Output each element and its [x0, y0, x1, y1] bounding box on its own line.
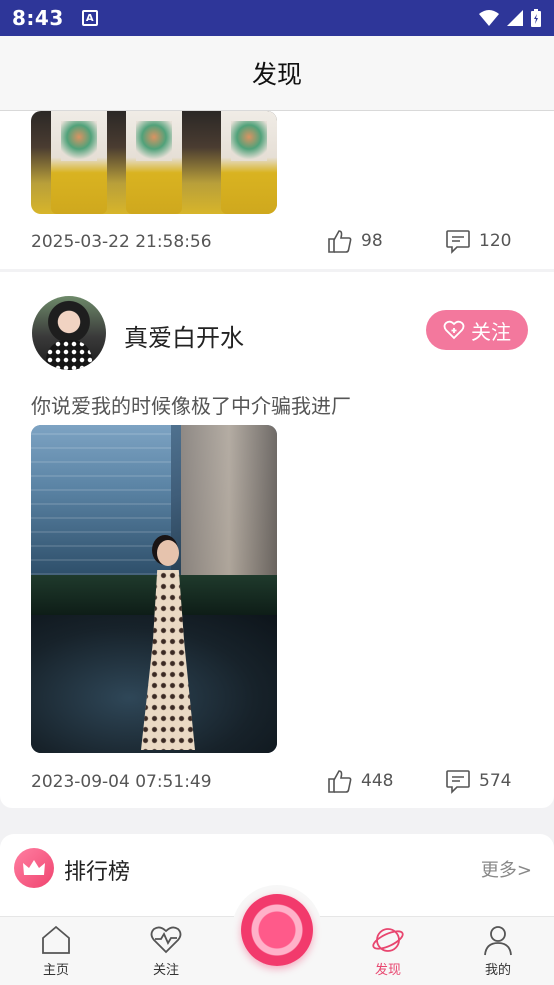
post-image[interactable] — [31, 111, 277, 214]
planet-icon — [372, 928, 404, 952]
follow-label: 关注 — [471, 319, 511, 344]
tab-label: 主页 — [42, 963, 69, 978]
tab-home[interactable]: 主页 — [16, 923, 96, 983]
comment-button[interactable]: 120 — [445, 228, 511, 254]
comment-button[interactable]: 574 — [445, 768, 511, 794]
post-text: 你说爱我的时候像极了中介骗我进厂 — [31, 394, 351, 418]
ranking-more-link[interactable]: 更多> — [481, 856, 532, 882]
like-count: 448 — [361, 771, 394, 791]
tab-label: 我的 — [484, 963, 511, 978]
person-icon — [484, 926, 512, 956]
home-icon — [42, 925, 70, 954]
avatar[interactable] — [32, 296, 106, 370]
post-card[interactable]: 真爱白开水 关注 你说爱我的时候像极了中介骗我进厂 — [0, 272, 554, 808]
follow-button[interactable]: 关注 — [426, 310, 528, 350]
tab-discover[interactable]: 发现 — [348, 923, 428, 983]
signal-icon — [507, 10, 523, 26]
post-timestamp: 2023-09-04 07:51:49 — [31, 772, 212, 792]
tab-label: 发现 — [374, 963, 401, 978]
comment-count: 120 — [479, 231, 512, 251]
comment-icon — [446, 770, 470, 794]
status-icons — [478, 8, 542, 28]
like-count: 98 — [361, 231, 383, 251]
wifi-icon — [479, 10, 499, 26]
notification-icon: A — [81, 10, 98, 26]
heart-plus-icon — [443, 320, 465, 340]
tab-profile[interactable]: 我的 — [458, 923, 538, 983]
crown-icon — [14, 848, 54, 888]
discover-feed[interactable]: 2025-03-22 21:58:56 98 120 真爱白开水 关注 你说爱我… — [0, 111, 554, 916]
ranking-title: 排行榜 — [64, 860, 131, 885]
post-card[interactable]: 2025-03-22 21:58:56 98 120 — [0, 111, 554, 269]
post-image[interactable] — [31, 425, 277, 753]
like-button[interactable]: 448 — [327, 768, 393, 794]
thumbs-up-icon — [328, 770, 352, 793]
heart-pulse-icon — [150, 926, 182, 954]
comment-icon — [446, 230, 470, 254]
comment-count: 574 — [479, 771, 512, 791]
like-button[interactable]: 98 — [327, 228, 383, 254]
page-title: 发现 — [251, 60, 302, 89]
post-timestamp: 2025-03-22 21:58:56 — [31, 232, 212, 252]
center-camera-button[interactable] — [232, 885, 322, 975]
thumbs-up-icon — [328, 230, 352, 253]
tab-following[interactable]: 关注 — [126, 923, 206, 983]
status-time: 8:43 — [12, 6, 64, 30]
username[interactable]: 真爱白开水 — [124, 318, 244, 353]
camera-icon — [241, 894, 313, 966]
status-bar: 8:43 A — [0, 0, 554, 36]
battery-icon — [531, 9, 541, 27]
tab-label: 关注 — [152, 963, 179, 978]
app-header: 发现 — [0, 36, 554, 111]
